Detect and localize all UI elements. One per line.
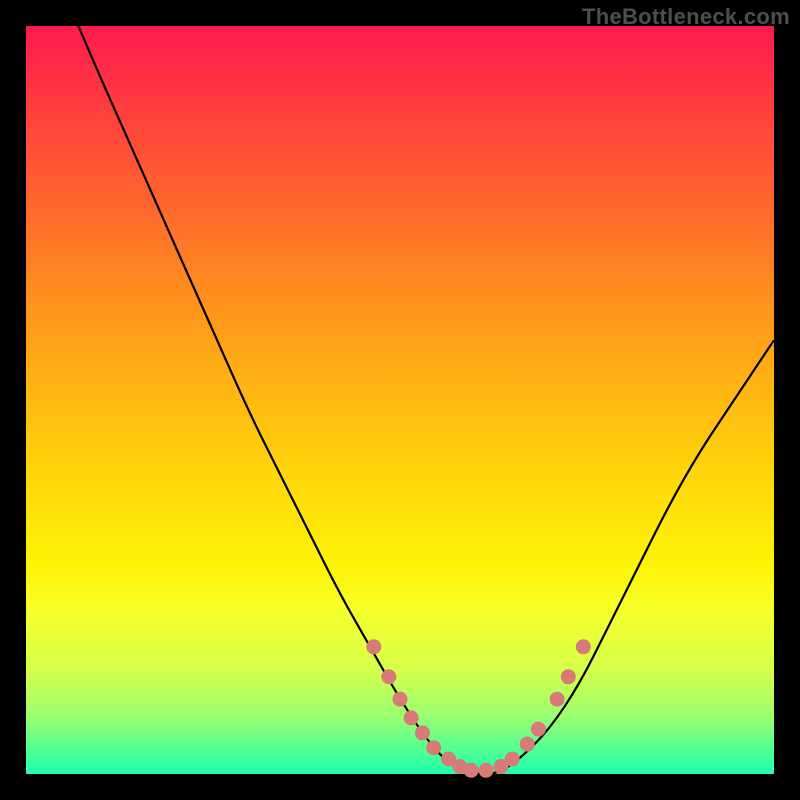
- curve-marker: [520, 737, 534, 751]
- curve-marker: [531, 722, 545, 736]
- curve-marker: [404, 711, 418, 725]
- curve-marker: [576, 640, 590, 654]
- marker-group: [367, 640, 591, 778]
- curve-marker: [415, 726, 429, 740]
- curve-marker: [382, 670, 396, 684]
- curve-marker: [367, 640, 381, 654]
- curve-marker: [505, 752, 519, 766]
- chart-svg: [26, 26, 774, 774]
- watermark-text: TheBottleneck.com: [582, 4, 790, 30]
- curve-marker: [550, 692, 564, 706]
- curve-marker: [479, 763, 493, 777]
- curve-marker: [464, 763, 478, 777]
- curve-marker: [561, 670, 575, 684]
- bottleneck-curve: [78, 26, 774, 774]
- chart-frame: [26, 26, 774, 774]
- curve-marker: [427, 741, 441, 755]
- curve-marker: [393, 692, 407, 706]
